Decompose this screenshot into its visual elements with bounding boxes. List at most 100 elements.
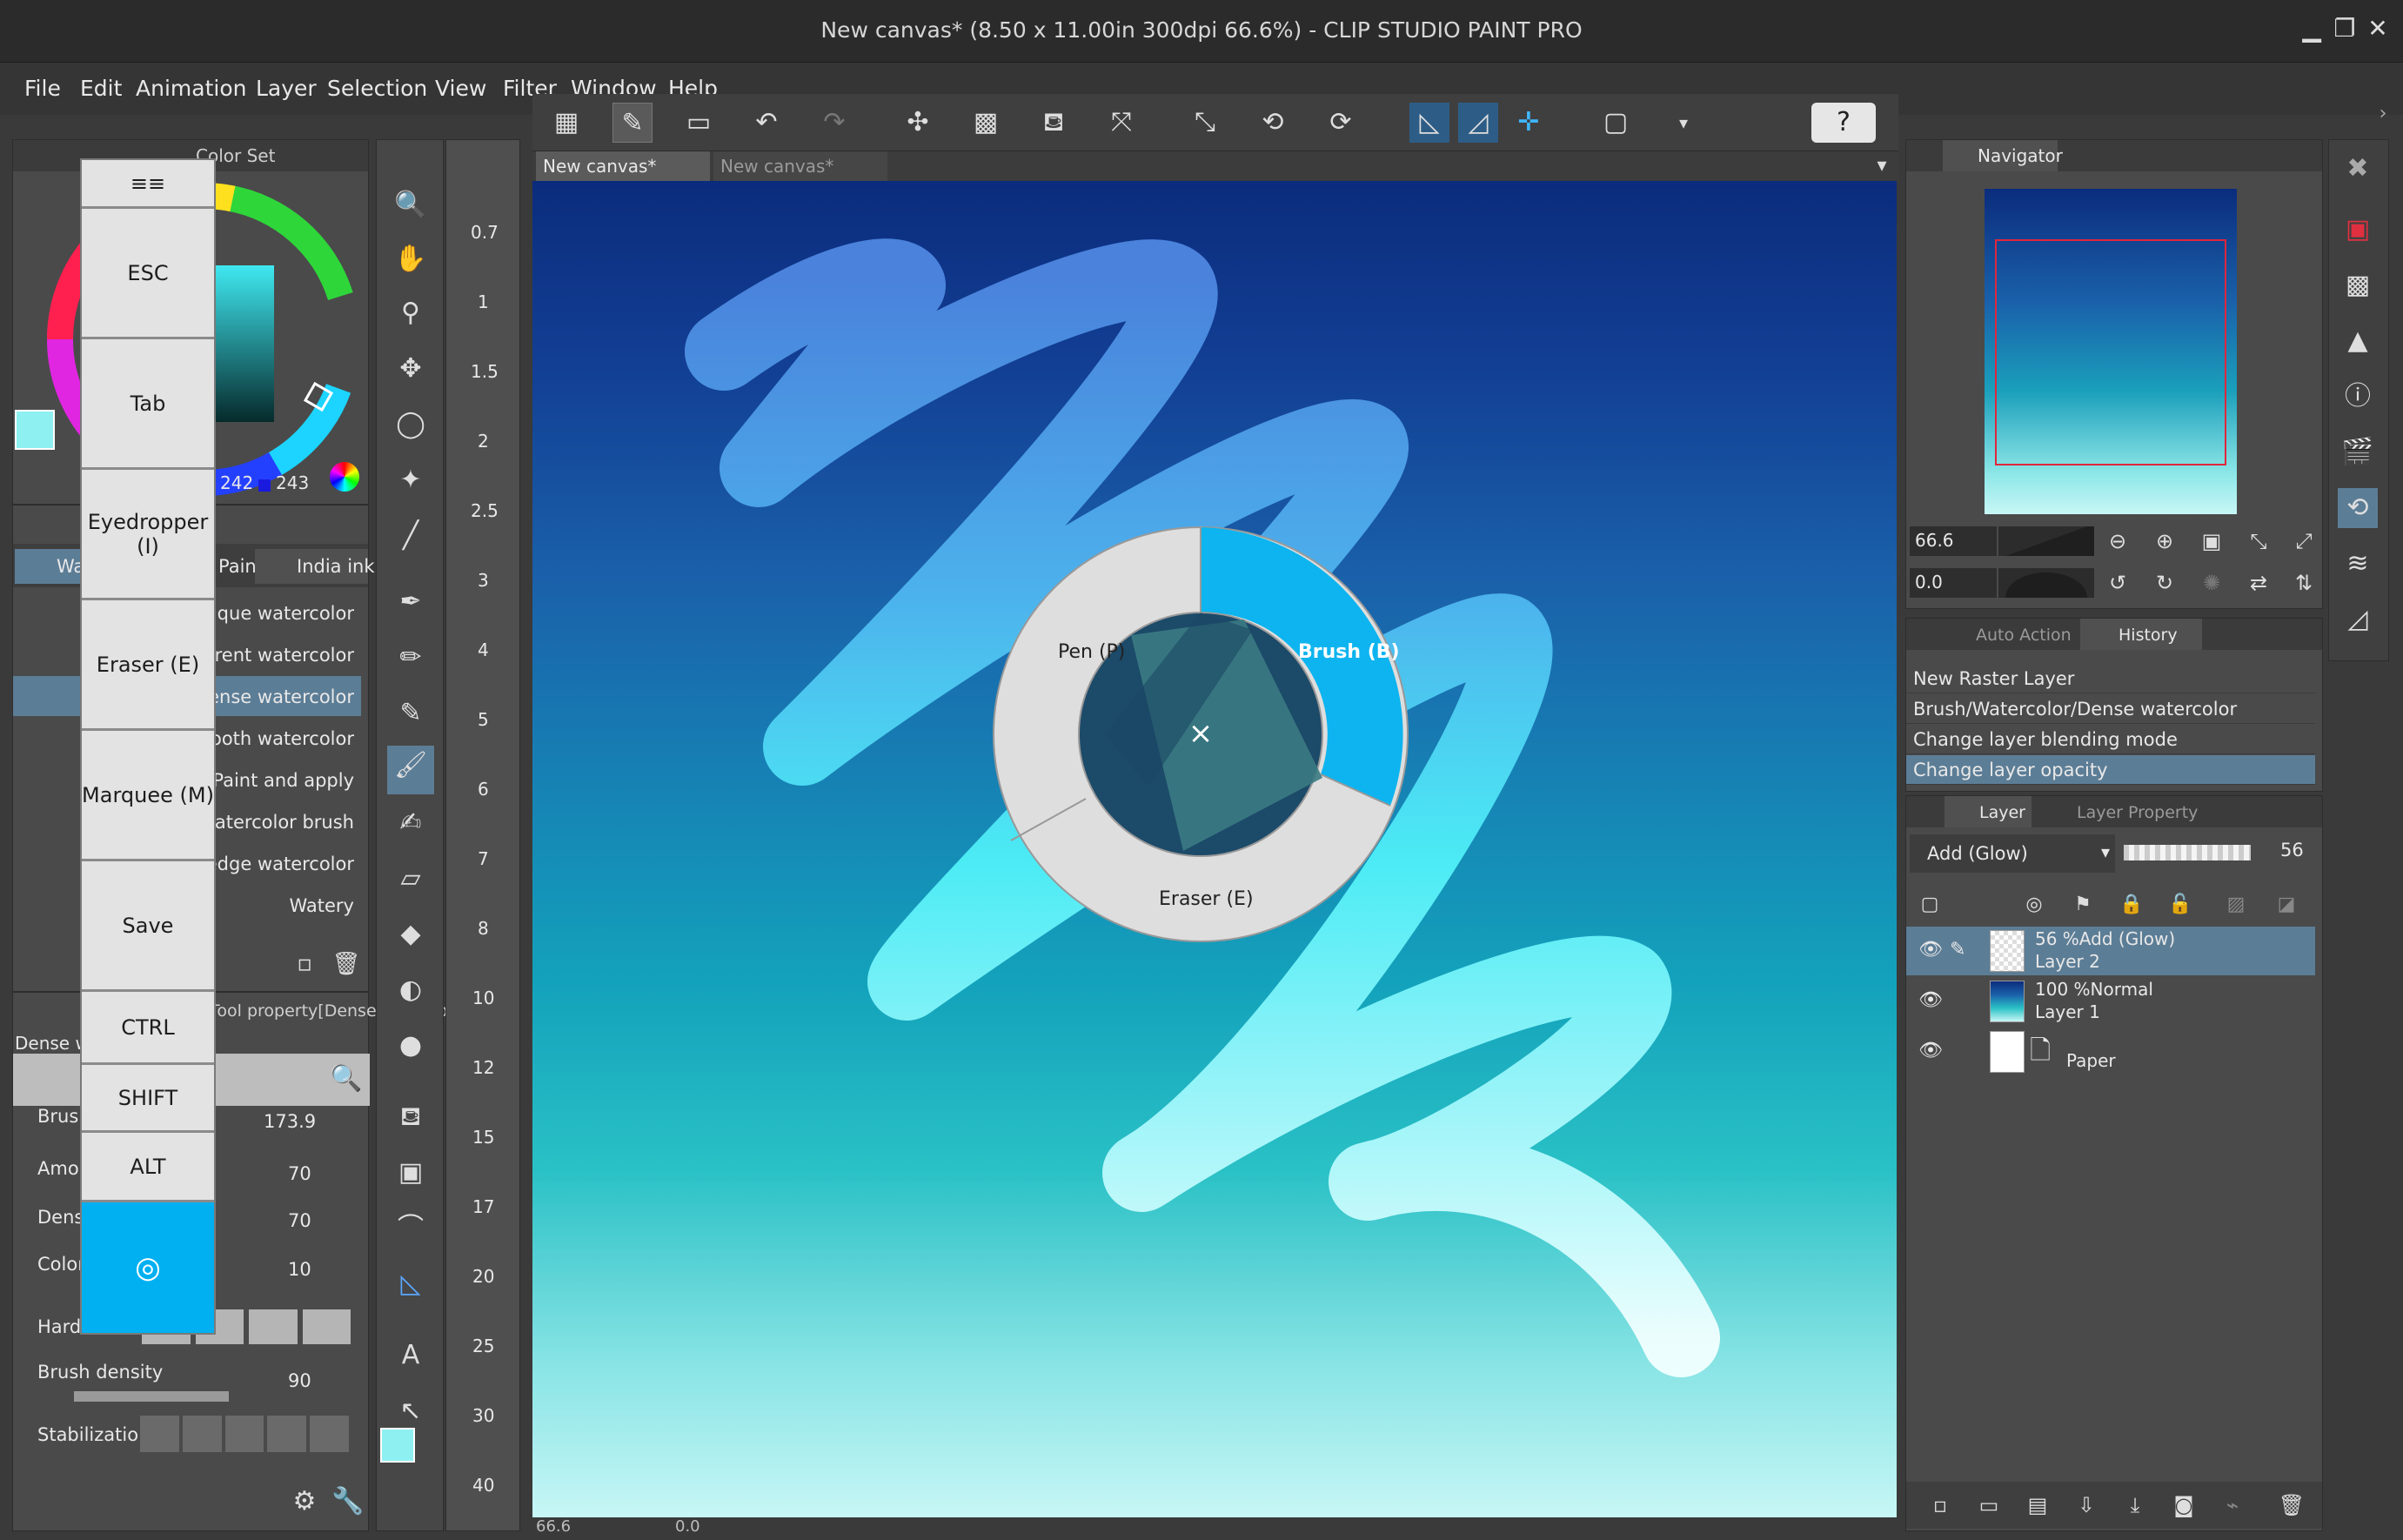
new-subtool-icon[interactable]: ▫ xyxy=(284,944,325,984)
menu-edit[interactable]: Edit xyxy=(80,63,122,115)
navigator-preview[interactable] xyxy=(1985,189,2237,514)
ruler-layer-icon[interactable]: ◪ xyxy=(2266,885,2306,925)
mask-icon[interactable]: ▨ xyxy=(2216,885,2256,925)
brush-size-item[interactable]: 2 xyxy=(478,431,489,452)
brush-size-item[interactable]: 3 xyxy=(478,570,489,591)
eye-icon[interactable]: 👁 xyxy=(1918,1040,1943,1061)
prop-brush-density-value[interactable]: 90 xyxy=(288,1370,311,1391)
menu-file[interactable]: File xyxy=(24,63,61,115)
history-item[interactable]: Change layer blending mode xyxy=(1906,725,2315,754)
dock-layer-icon[interactable]: ≋ xyxy=(2338,544,2378,584)
dropper-icon[interactable]: ● xyxy=(391,1026,431,1066)
eye-icon[interactable]: 👁 xyxy=(1918,989,1943,1011)
gradient-icon[interactable]: ▣ xyxy=(391,1153,431,1193)
fill-tool-icon[interactable]: ⛾ xyxy=(391,1097,431,1137)
new-folder-icon[interactable]: ▤ xyxy=(2018,1485,2058,1525)
status-zoom[interactable]: 66.6 xyxy=(536,1517,571,1536)
mask-create-icon[interactable]: ◙ xyxy=(2164,1485,2204,1525)
smudge-icon[interactable]: ◐ xyxy=(391,970,431,1010)
brush-size-item[interactable]: 6 xyxy=(478,779,489,800)
rotate-left-nav-icon[interactable]: ↺ xyxy=(2098,563,2138,603)
brush-size-item[interactable]: 12 xyxy=(472,1057,494,1078)
brush-icon[interactable]: 🖌 xyxy=(387,746,434,794)
marquee-button[interactable]: Marquee (M) xyxy=(82,731,214,861)
minimize-icon[interactable]: ▁ xyxy=(2297,14,2326,44)
rotate-right-nav-icon[interactable]: ↻ xyxy=(2145,563,2185,603)
main-color-swatch[interactable] xyxy=(15,410,55,450)
eye-icon[interactable]: 👁 xyxy=(1918,939,1943,961)
text-icon[interactable]: A xyxy=(391,1336,431,1376)
eraser-icon[interactable]: ▱ xyxy=(391,859,431,899)
brush-size-item[interactable]: 0.7 xyxy=(471,222,499,243)
resize-icon[interactable]: ⤡ xyxy=(1185,103,1225,143)
brush-size-item[interactable]: 5 xyxy=(478,709,489,730)
maximize-icon[interactable]: ❐ xyxy=(2330,14,2359,44)
tab-navigator[interactable]: Navigator xyxy=(1943,140,2063,171)
hand-icon[interactable]: ✋ xyxy=(391,239,431,279)
radial-brush-label[interactable]: Brush (B) xyxy=(1298,641,1400,663)
dock-material-icon[interactable]: ▲ xyxy=(2338,321,2378,361)
decoration-icon[interactable]: ✍ xyxy=(391,803,431,843)
tab-auto-action[interactable]: Auto Action xyxy=(1976,626,2072,645)
fit-icon[interactable]: ⤡ xyxy=(2239,521,2279,561)
dock-history-icon[interactable]: ⟲ xyxy=(2338,488,2378,528)
redo-icon[interactable]: ↷ xyxy=(814,103,854,143)
zoom-out-icon[interactable]: ⊖ xyxy=(2098,521,2138,561)
selection-icon[interactable]: ◯ xyxy=(391,405,431,445)
tab-history[interactable]: History xyxy=(2080,619,2202,650)
color-mode-icon[interactable] xyxy=(330,462,359,492)
eraser-button[interactable]: Eraser (E) xyxy=(82,600,214,731)
correct-line-icon[interactable]: ↖ xyxy=(391,1391,431,1431)
zoom-slider[interactable] xyxy=(1998,526,2094,556)
navigator-view-rect[interactable] xyxy=(1995,239,2226,465)
prop-amount-value[interactable]: 70 xyxy=(288,1163,311,1184)
airbrush-icon[interactable]: ✎ xyxy=(391,693,431,733)
menu-animation[interactable]: Animation xyxy=(136,63,246,115)
save-button[interactable]: Save xyxy=(82,861,214,992)
help-icon[interactable]: ? xyxy=(1811,103,1876,143)
dock-collapse-icon[interactable]: ✖ xyxy=(2338,149,2378,189)
new-raster-layer-icon[interactable]: ▫ xyxy=(1920,1485,1960,1525)
alt-button[interactable]: ALT xyxy=(82,1133,214,1202)
special-ruler-snap-icon[interactable]: ◿ xyxy=(1458,103,1498,143)
layer-row[interactable]: 👁 100 %Normal Layer 1 xyxy=(1906,977,2315,1026)
apply-mask-icon[interactable]: ⌁ xyxy=(2212,1485,2252,1525)
blend-mode-select[interactable]: Add (Glow) ▾ xyxy=(1910,834,2115,873)
dock-info-icon[interactable]: ⓘ xyxy=(2338,377,2378,417)
transfer-icon[interactable]: ⇩ xyxy=(2066,1485,2106,1525)
settings-icon[interactable]: ⚙ xyxy=(284,1482,325,1522)
brush-size-item[interactable]: 30 xyxy=(472,1405,494,1426)
undo-icon[interactable]: ↶ xyxy=(746,103,786,143)
prop-density-value[interactable]: 70 xyxy=(288,1210,311,1231)
radial-eraser-label[interactable]: Eraser (E) xyxy=(1159,888,1254,910)
pencil-icon[interactable]: ✏ xyxy=(391,638,431,678)
panel-expand-icon[interactable]: › xyxy=(2363,94,2403,134)
rotate-left-icon[interactable]: ⟲ xyxy=(1253,103,1293,143)
spray-icon[interactable]: ✣ xyxy=(898,103,938,143)
menu-view[interactable]: View xyxy=(435,63,486,115)
brush-size-item[interactable]: 10 xyxy=(472,988,494,1008)
zoom-icon[interactable]: 🔍 xyxy=(391,185,431,225)
frame-icon[interactable]: ▢ xyxy=(1596,103,1636,143)
layer-row-selected[interactable]: 👁 ✎ 56 %Add (Glow) Layer 2 xyxy=(1906,927,2315,975)
brush-size-item[interactable]: 15 xyxy=(472,1127,494,1148)
brush-size-item[interactable]: 2.5 xyxy=(471,500,499,521)
grid-icon[interactable]: ▦ xyxy=(546,103,586,143)
opacity-value[interactable]: 56 xyxy=(2280,840,2304,860)
delete-layer-icon[interactable]: 🗑 xyxy=(2272,1485,2312,1525)
menu-layer[interactable]: Layer xyxy=(256,63,317,115)
dropdown-icon[interactable]: ▾ xyxy=(1663,103,1704,143)
auto-select-icon[interactable]: ✦ xyxy=(391,460,431,500)
canvas-tab[interactable]: New canvas* xyxy=(713,151,887,181)
magnify-icon[interactable]: 🔍 xyxy=(326,1059,366,1099)
reset-rotation-icon[interactable]: ✺ xyxy=(2192,563,2232,603)
dock-ruler-icon[interactable]: ◿ xyxy=(2338,599,2378,639)
brush-size-item[interactable]: 7 xyxy=(478,848,489,869)
select-all-icon[interactable]: ▩ xyxy=(966,103,1006,143)
stabilization-selector[interactable] xyxy=(140,1416,349,1452)
menu-selection[interactable]: Selection xyxy=(327,63,427,115)
brush-size-item[interactable]: 17 xyxy=(472,1196,494,1217)
zoom-field[interactable]: 66.6 xyxy=(1910,526,1997,556)
lock-icon[interactable]: 🔒 xyxy=(2112,885,2152,925)
history-item-selected[interactable]: Change layer opacity xyxy=(1906,755,2315,785)
